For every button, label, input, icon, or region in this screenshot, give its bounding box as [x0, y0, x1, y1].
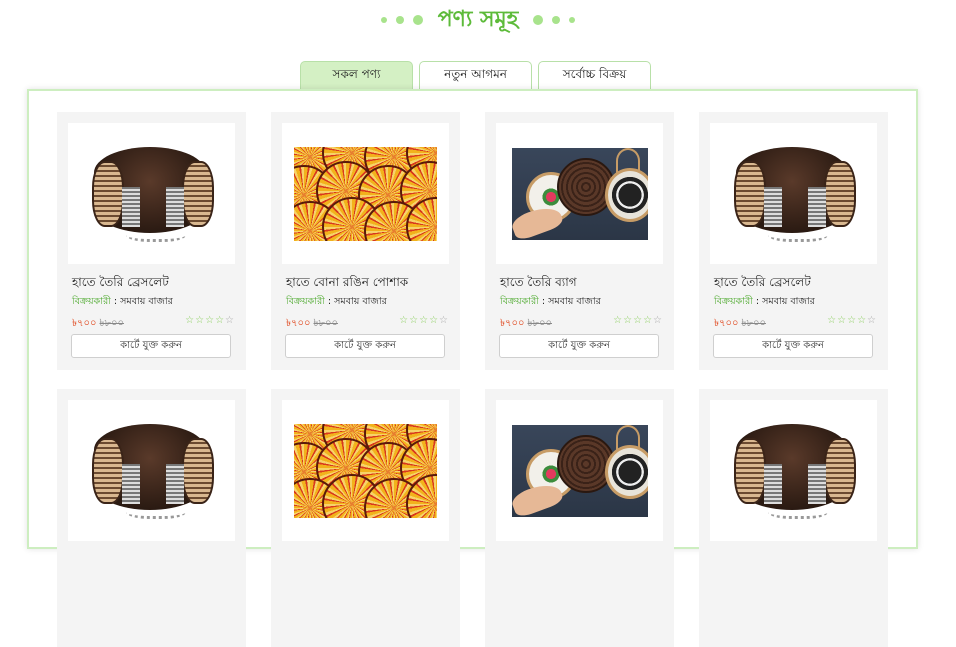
- product-card[interactable]: [271, 389, 460, 647]
- bracelet-image: [724, 416, 864, 526]
- rating-stars: ☆☆☆☆☆: [185, 315, 235, 326]
- star-outline-icon: ☆: [633, 315, 644, 326]
- tab-all-products[interactable]: সকল পণ্য: [300, 61, 413, 89]
- product-image[interactable]: [282, 400, 449, 541]
- section-title: পণ্য সমূহ: [437, 5, 519, 32]
- product-name[interactable]: হাতে তৈরি ব্যাগ: [500, 274, 577, 294]
- bracelet-image: [724, 139, 864, 249]
- product-panel: হাতে তৈরি ব্রেসলেট বিক্রয়কারী : সমবায় ব…: [27, 89, 918, 647]
- star-outline-icon: ☆: [215, 315, 226, 326]
- rating-stars: ☆☆☆☆☆: [613, 315, 663, 326]
- product-image[interactable]: [710, 400, 877, 541]
- add-to-cart-button[interactable]: কার্টে যুক্ত করুন: [713, 334, 873, 358]
- star-outline-icon: ☆: [643, 315, 654, 326]
- old-price: ৳৮০০: [527, 318, 552, 329]
- seller-label: বিক্রয়কারী: [72, 296, 111, 307]
- decor-dot: [552, 16, 561, 24]
- decor-dot: [569, 17, 576, 23]
- product-price: ৳৭০০ ৳৮০০: [500, 316, 552, 333]
- old-price: ৳৮০০: [313, 318, 338, 329]
- product-image[interactable]: [496, 400, 663, 541]
- product-name[interactable]: হাতে তৈরি ব্রেসলেট: [72, 274, 169, 294]
- star-outline-icon: ☆: [847, 315, 858, 326]
- decor-dot: [380, 17, 387, 23]
- star-outline-icon: ☆: [653, 315, 663, 326]
- product-image[interactable]: [710, 123, 877, 264]
- star-outline-icon: ☆: [399, 315, 410, 326]
- rating-stars: ☆☆☆☆☆: [399, 315, 449, 326]
- star-outline-icon: ☆: [225, 315, 235, 326]
- star-outline-icon: ☆: [613, 315, 624, 326]
- textile-fans-image: [294, 423, 437, 518]
- seller-label: বিক্রয়কারী: [714, 296, 753, 307]
- old-price: ৳৮০০: [741, 318, 766, 329]
- product-seller: বিক্রয়কারী : সমবায় বাজার: [714, 296, 815, 307]
- product-image[interactable]: [68, 400, 235, 541]
- add-to-cart-button[interactable]: কার্টে যুক্ত করুন: [71, 334, 231, 358]
- product-price: ৳৭০০ ৳৮০০: [72, 316, 124, 333]
- product-seller: বিক্রয়কারী : সমবায় বাজার: [286, 296, 387, 307]
- tab-new-arrivals[interactable]: নতুন আগমন: [419, 61, 532, 89]
- product-card[interactable]: হাতে বোনা রঙিন পোশাক বিক্রয়কারী : সমবায়…: [271, 112, 460, 370]
- star-outline-icon: ☆: [857, 315, 868, 326]
- decor-dot: [395, 16, 404, 24]
- product-name[interactable]: হাতে বোনা রঙিন পোশাক: [286, 274, 408, 294]
- star-outline-icon: ☆: [827, 315, 838, 326]
- add-to-cart-button[interactable]: কার্টে যুক্ত করুন: [499, 334, 659, 358]
- product-card[interactable]: [699, 389, 888, 647]
- current-price: ৳৭০০: [72, 318, 97, 329]
- rating-stars: ☆☆☆☆☆: [827, 315, 877, 326]
- product-card[interactable]: হাতে তৈরি ব্যাগ বিক্রয়কারী : সমবায় বাজা…: [485, 112, 674, 370]
- textile-fans-image: [294, 146, 437, 241]
- bracelet-image: [82, 139, 222, 249]
- seller-label: বিক্রয়কারী: [500, 296, 539, 307]
- star-outline-icon: ☆: [429, 315, 440, 326]
- product-price: ৳৭০০ ৳৮০০: [714, 316, 766, 333]
- woven-bags-image: [511, 147, 648, 240]
- product-name[interactable]: হাতে তৈরি ব্রেসলেট: [714, 274, 811, 294]
- product-price: ৳৭০০ ৳৮০০: [286, 316, 338, 333]
- add-to-cart-button[interactable]: কার্টে যুক্ত করুন: [285, 334, 445, 358]
- product-card[interactable]: [57, 389, 246, 647]
- woven-bags-image: [511, 424, 648, 517]
- decor-dot: [533, 15, 544, 25]
- product-seller: বিক্রয়কারী : সমবায় বাজার: [72, 296, 173, 307]
- seller-name: সমবায় বাজার: [334, 296, 387, 307]
- seller-name: সমবায় বাজার: [762, 296, 815, 307]
- product-card[interactable]: হাতে তৈরি ব্রেসলেট বিক্রয়কারী : সমবায় ব…: [699, 112, 888, 370]
- product-tabs: সকল পণ্য নতুন আগমন সর্বোচ্চ বিক্রয়: [300, 61, 651, 89]
- star-outline-icon: ☆: [439, 315, 449, 326]
- section-header: পণ্য সমূহ: [0, 0, 956, 40]
- seller-label: বিক্রয়কারী: [286, 296, 325, 307]
- product-card[interactable]: হাতে তৈরি ব্রেসলেট বিক্রয়কারী : সমবায় ব…: [57, 112, 246, 370]
- product-seller: বিক্রয়কারী : সমবায় বাজার: [500, 296, 601, 307]
- star-outline-icon: ☆: [185, 315, 196, 326]
- old-price: ৳৮০০: [99, 318, 124, 329]
- product-image[interactable]: [68, 123, 235, 264]
- product-image[interactable]: [282, 123, 449, 264]
- star-outline-icon: ☆: [205, 315, 216, 326]
- star-outline-icon: ☆: [419, 315, 430, 326]
- star-outline-icon: ☆: [195, 315, 206, 326]
- product-card[interactable]: [485, 389, 674, 647]
- tab-best-selling[interactable]: সর্বোচ্চ বিক্রয়: [538, 61, 651, 89]
- decor-dot: [412, 15, 423, 25]
- star-outline-icon: ☆: [623, 315, 634, 326]
- current-price: ৳৭০০: [714, 318, 739, 329]
- product-image[interactable]: [496, 123, 663, 264]
- bracelet-image: [82, 416, 222, 526]
- star-outline-icon: ☆: [409, 315, 420, 326]
- seller-name: সমবায় বাজার: [548, 296, 601, 307]
- star-outline-icon: ☆: [837, 315, 848, 326]
- star-outline-icon: ☆: [867, 315, 877, 326]
- current-price: ৳৭০০: [500, 318, 525, 329]
- seller-name: সমবায় বাজার: [120, 296, 173, 307]
- current-price: ৳৭০০: [286, 318, 311, 329]
